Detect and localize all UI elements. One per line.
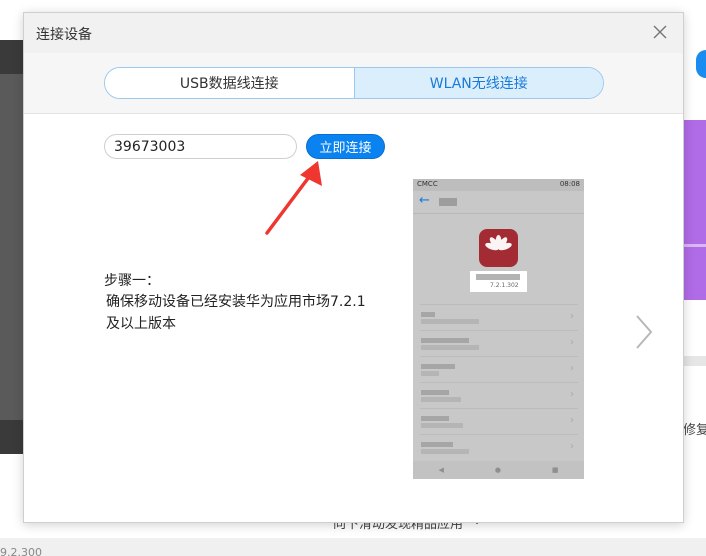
background-banner-divider	[683, 244, 706, 247]
back-arrow-icon: ←	[419, 193, 430, 208]
background-button	[696, 50, 706, 78]
divider	[413, 213, 584, 214]
phone-preview-image: CMCC 08:08 ← 7.2.1.302 › › › › › › ◀ ● ■	[413, 179, 584, 479]
step-title: 步骤一：	[104, 273, 160, 289]
row-placeholder	[421, 319, 479, 324]
pointer-arrow-icon	[265, 161, 322, 235]
phone-list-row: ›	[420, 408, 578, 434]
background-partial-text: 修复	[683, 423, 706, 438]
phone-list-row: ›	[420, 304, 578, 330]
app-info-card: 7.2.1.302	[470, 271, 527, 292]
phone-list-row: ›	[420, 356, 578, 382]
phone-nav-bar: ◀ ● ■	[413, 461, 584, 479]
chevron-right-icon: ›	[570, 415, 574, 426]
chevron-right-icon: ›	[570, 363, 574, 374]
row-placeholder	[421, 371, 439, 376]
chevron-right-icon: ›	[570, 337, 574, 348]
row-placeholder	[421, 312, 435, 317]
connect-device-dialog: 连接设备 USB数据线连接 WLAN无线连接 立即连接 步骤一： 确保移动设备已…	[23, 12, 684, 523]
nav-back-icon: ◀	[438, 466, 444, 474]
step-description: 确保移动设备已经安装华为应用市场7.2.1及以上版本	[106, 294, 366, 332]
tab-wlan[interactable]: WLAN无线连接	[353, 68, 603, 98]
connection-tabs: USB数据线连接 WLAN无线连接	[104, 67, 604, 99]
row-placeholder	[421, 423, 463, 428]
chevron-right-icon[interactable]	[633, 314, 655, 350]
dialog-title: 连接设备	[36, 27, 92, 43]
phone-status-bar: CMCC 08:08	[413, 179, 584, 191]
app-logo-icon	[479, 229, 518, 267]
nav-recent-icon: ■	[551, 466, 559, 474]
app-version: 7.2.1.302	[490, 282, 519, 289]
connection-tabs-bar: USB数据线连接 WLAN无线连接	[24, 53, 683, 114]
phone-list-row: ›	[420, 434, 578, 460]
chevron-right-icon: ›	[570, 389, 574, 400]
phone-carrier: CMCC	[417, 180, 438, 188]
nav-home-icon: ●	[494, 466, 501, 474]
phone-list-row: ›	[420, 330, 578, 356]
close-icon[interactable]	[649, 21, 671, 43]
row-placeholder	[421, 390, 449, 395]
chevron-right-icon: ›	[570, 311, 574, 322]
background-banner	[683, 120, 706, 300]
app-name-placeholder	[476, 274, 520, 280]
row-placeholder	[421, 397, 461, 402]
dialog-header: 连接设备	[24, 13, 683, 53]
phone-title-placeholder	[439, 198, 457, 206]
row-placeholder	[421, 416, 449, 421]
phone-list-row: ›	[420, 382, 578, 408]
row-placeholder	[421, 449, 469, 454]
status-bar	[0, 538, 706, 556]
row-placeholder	[421, 364, 455, 369]
row-placeholder	[421, 338, 469, 343]
chevron-right-icon: ›	[570, 441, 574, 452]
tab-usb[interactable]: USB数据线连接	[105, 68, 354, 98]
row-placeholder	[421, 345, 479, 350]
row-placeholder	[421, 442, 453, 447]
background-panel	[0, 420, 24, 454]
version-label: 9.2.300	[0, 546, 42, 556]
phone-time: 08:08	[559, 180, 580, 188]
background-panel	[0, 74, 24, 420]
background-progress	[683, 356, 706, 366]
background-panel	[0, 40, 24, 74]
